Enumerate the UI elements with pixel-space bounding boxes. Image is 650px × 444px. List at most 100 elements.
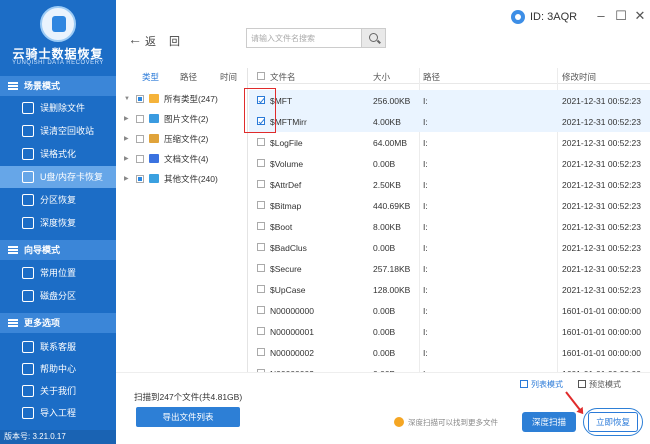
- tree-item-other[interactable]: ▶ 其他文件(240): [116, 170, 248, 188]
- search-input[interactable]: [247, 29, 359, 47]
- sidebar-item-partition-recovery[interactable]: 分区恢复: [0, 189, 116, 211]
- file-modified: 2021-12-31 00:52:23: [562, 243, 641, 253]
- expand-arrow-icon[interactable]: ▶: [124, 170, 129, 188]
- tab-time[interactable]: 时间: [220, 71, 237, 83]
- deep-scan-button[interactable]: 深度扫描: [522, 412, 576, 432]
- row-checkbox[interactable]: [257, 285, 265, 293]
- table-row[interactable]: N00000000 0.00B I: 1601-01-01 00:00:00: [249, 300, 650, 321]
- export-file-list-button[interactable]: 导出文件列表: [136, 407, 240, 427]
- column-header-modified[interactable]: 修改时间: [562, 71, 596, 83]
- user-id: ID: 3AQR: [530, 11, 578, 23]
- tree-checkbox[interactable]: [136, 135, 144, 143]
- sidebar-item-recycle-bin[interactable]: 误清空回收站: [0, 120, 116, 142]
- preview-view-icon: [578, 380, 586, 388]
- tree-item-documents[interactable]: ▶ 文档文件(4): [116, 150, 248, 168]
- row-checkbox[interactable]: [257, 117, 265, 125]
- file-path: I:: [423, 306, 428, 316]
- user-avatar-icon[interactable]: [511, 10, 525, 24]
- table-row[interactable]: $BadClus 0.00B I: 2021-12-31 00:52:23: [249, 237, 650, 258]
- collapse-arrow-icon[interactable]: ▼: [124, 90, 130, 108]
- sidebar-item-contact-support[interactable]: 联系客服: [0, 336, 116, 358]
- row-checkbox[interactable]: [257, 201, 265, 209]
- knight-logo-icon: [40, 6, 76, 42]
- minimize-icon[interactable]: –: [594, 9, 608, 23]
- back-button[interactable]: 返: [145, 33, 156, 49]
- table-row[interactable]: $AttrDef 2.50KB I: 2021-12-31 00:52:23: [249, 174, 650, 195]
- tree-item-archives[interactable]: ▶ 压缩文件(2): [116, 130, 248, 148]
- disk-icon: [22, 290, 34, 302]
- file-path: I:: [423, 180, 428, 190]
- other-file-icon: [149, 174, 159, 183]
- sidebar-item-disk-partition[interactable]: 磁盘分区: [0, 285, 116, 307]
- image-icon: [149, 114, 159, 123]
- row-checkbox[interactable]: [257, 96, 265, 104]
- tree-checkbox[interactable]: [136, 155, 144, 163]
- annotation-arrow-icon: [565, 391, 583, 414]
- view-list-option[interactable]: 列表模式: [531, 379, 563, 390]
- view-preview-option[interactable]: 预览模式: [589, 379, 621, 390]
- file-modified: 2021-12-31 00:52:23: [562, 222, 641, 232]
- tree-checkbox[interactable]: [136, 175, 144, 183]
- sidebar-item-common-locations[interactable]: 常用位置: [0, 262, 116, 284]
- sidebar-item-label: 分区恢复: [40, 195, 77, 205]
- sidebar-item-usb-card[interactable]: U盘/内存卡恢复: [0, 166, 116, 188]
- tree-item-images[interactable]: ▶ 图片文件(2): [116, 110, 248, 128]
- sidebar-item-help-center[interactable]: 帮助中心: [0, 358, 116, 380]
- table-row[interactable]: $Volume 0.00B I: 2021-12-31 00:52:23: [249, 153, 650, 174]
- deep-recovery-icon: [22, 217, 34, 229]
- search-icon[interactable]: [361, 29, 385, 47]
- file-modified: 1601-01-01 00:00:00: [562, 327, 641, 337]
- column-header-size[interactable]: 大小: [373, 71, 390, 83]
- tree-checkbox[interactable]: [136, 95, 144, 103]
- tree-item-label: 图片文件(2): [164, 114, 209, 124]
- row-checkbox[interactable]: [257, 264, 265, 272]
- tab-path[interactable]: 路径: [180, 71, 197, 83]
- table-row[interactable]: $Boot 8.00KB I: 2021-12-31 00:52:23: [249, 216, 650, 237]
- table-row[interactable]: $UpCase 128.00KB I: 2021-12-31 00:52:23: [249, 279, 650, 300]
- row-checkbox[interactable]: [257, 348, 265, 356]
- row-checkbox[interactable]: [257, 306, 265, 314]
- file-modified: 1601-01-01 00:00:00: [562, 306, 641, 316]
- table-row[interactable]: N00000001 0.00B I: 1601-01-01 00:00:00: [249, 321, 650, 342]
- headset-icon: [22, 341, 34, 353]
- app-window: 云骑士数据恢复 YUNQISHI DATA RECOVERY 场景模式 误删除文…: [0, 0, 650, 444]
- table-row[interactable]: $LogFile 64.00MB I: 2021-12-31 00:52:23: [249, 132, 650, 153]
- recover-now-button[interactable]: 立即恢复: [588, 412, 638, 432]
- row-checkbox[interactable]: [257, 243, 265, 251]
- tree-item-all-types[interactable]: ▼ 所有类型(247): [116, 90, 248, 108]
- row-checkbox[interactable]: [257, 327, 265, 335]
- sidebar-item-deep-recovery[interactable]: 深度恢复: [0, 212, 116, 234]
- file-size: 128.00KB: [373, 285, 411, 295]
- file-name: $Secure: [270, 264, 302, 274]
- close-icon[interactable]: ✕: [633, 9, 647, 23]
- table-row[interactable]: $MFTMirr 4.00KB I: 2021-12-31 00:52:23: [249, 111, 650, 132]
- return-button[interactable]: 回: [169, 33, 180, 49]
- row-checkbox[interactable]: [257, 222, 265, 230]
- expand-arrow-icon[interactable]: ▶: [124, 110, 129, 128]
- table-row[interactable]: $Secure 257.18KB I: 2021-12-31 00:52:23: [249, 258, 650, 279]
- back-arrow-icon[interactable]: ←: [128, 32, 142, 46]
- sidebar-item-deleted-files[interactable]: 误删除文件: [0, 97, 116, 119]
- file-size: 0.00B: [373, 306, 396, 316]
- tree-checkbox[interactable]: [136, 115, 144, 123]
- row-checkbox[interactable]: [257, 180, 265, 188]
- sidebar-item-import-project[interactable]: 导入工程: [0, 402, 116, 424]
- expand-arrow-icon[interactable]: ▶: [124, 150, 129, 168]
- select-all-checkbox[interactable]: [257, 72, 265, 80]
- column-header-path[interactable]: 路径: [423, 71, 440, 83]
- file-path: I:: [423, 285, 428, 295]
- row-checkbox[interactable]: [257, 138, 265, 146]
- column-header-name[interactable]: 文件名: [270, 71, 296, 83]
- maximize-icon[interactable]: ☐: [614, 9, 628, 23]
- table-row[interactable]: $Bitmap 440.69KB I: 2021-12-31 00:52:23: [249, 195, 650, 216]
- table-row[interactable]: $MFT 256.00KB I: 2021-12-31 00:52:23: [249, 90, 650, 111]
- archive-icon: [149, 134, 159, 143]
- sidebar: 云骑士数据恢复 YUNQISHI DATA RECOVERY 场景模式 误删除文…: [0, 0, 116, 444]
- sidebar-item-formatted[interactable]: 误格式化: [0, 143, 116, 165]
- expand-arrow-icon[interactable]: ▶: [124, 130, 129, 148]
- table-row[interactable]: N00000002 0.00B I: 1601-01-01 00:00:00: [249, 342, 650, 363]
- tab-type[interactable]: 类型: [142, 71, 159, 83]
- row-checkbox[interactable]: [257, 159, 265, 167]
- sidebar-item-about[interactable]: 关于我们: [0, 380, 116, 402]
- table-row[interactable]: N000000030.00BI:1601-01-01 00:00:00: [249, 363, 650, 372]
